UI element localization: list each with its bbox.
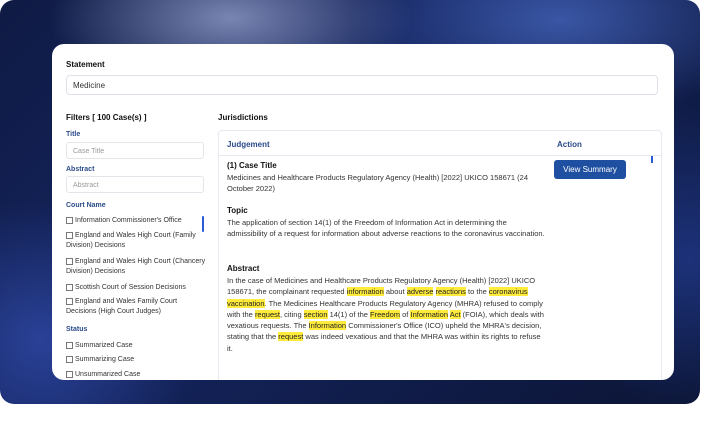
abstract-label: Abstract [227,264,260,273]
results-table: Judgement Action (1) Case Title Medicine… [218,130,662,380]
court-option[interactable]: England and Wales High Court (Chancery D… [66,257,206,277]
checkbox-icon[interactable] [66,257,73,265]
statement-label: Statement [66,60,105,69]
status-option[interactable]: Summarizing Case [66,355,206,365]
search-panel: Statement Medicine Filters [ 100 Case(s)… [52,44,674,380]
court-option[interactable]: Scottish Court of Session Decisions [66,283,206,293]
checkbox-icon[interactable] [66,341,73,349]
sidebar-scrollbar[interactable] [202,216,204,232]
case-title-text: Medicines and Healthcare Products Regula… [227,173,528,194]
checkbox-icon[interactable] [66,370,73,378]
checkbox-icon[interactable] [66,216,73,224]
abstract-text: In the case of Medicines and Healthcare … [227,276,544,353]
abstract-input[interactable]: Abstract [66,176,204,193]
abstract-filter-label: Abstract [66,166,95,173]
view-summary-button[interactable]: View Summary [554,160,626,179]
statement-input[interactable]: Medicine [66,75,658,95]
column-header-action: Action [557,140,582,149]
jurisdictions-label: Jurisdictions [218,113,268,122]
status-label: Status [66,326,88,333]
checkbox-icon[interactable] [66,297,73,305]
case-title-label: (1) Case Title [227,161,277,170]
court-option[interactable]: England and Wales Family Court Decisions… [66,297,206,317]
header-divider [219,155,661,156]
filters-sidebar: Title Case Title Abstract Abstract Court… [66,112,211,380]
results-scrollbar[interactable] [651,156,653,163]
column-header-judgement: Judgement [227,140,270,149]
checkbox-icon[interactable] [66,231,73,239]
status-option[interactable]: Summarized Case [66,341,206,351]
court-option[interactable]: England and Wales High Court (Family Div… [66,231,206,251]
checkbox-icon[interactable] [66,355,73,363]
status-option[interactable]: Unsummarized Case [66,370,206,380]
topic-label: Topic [227,206,248,215]
court-name-label: Court Name [66,202,106,209]
case-title-input[interactable]: Case Title [66,142,204,159]
checkbox-icon[interactable] [66,283,73,291]
court-option[interactable]: Information Commissioner's Office [66,216,206,226]
title-filter-label: Title [66,131,81,138]
topic-text: The application of section 14(1) of the … [227,218,545,239]
